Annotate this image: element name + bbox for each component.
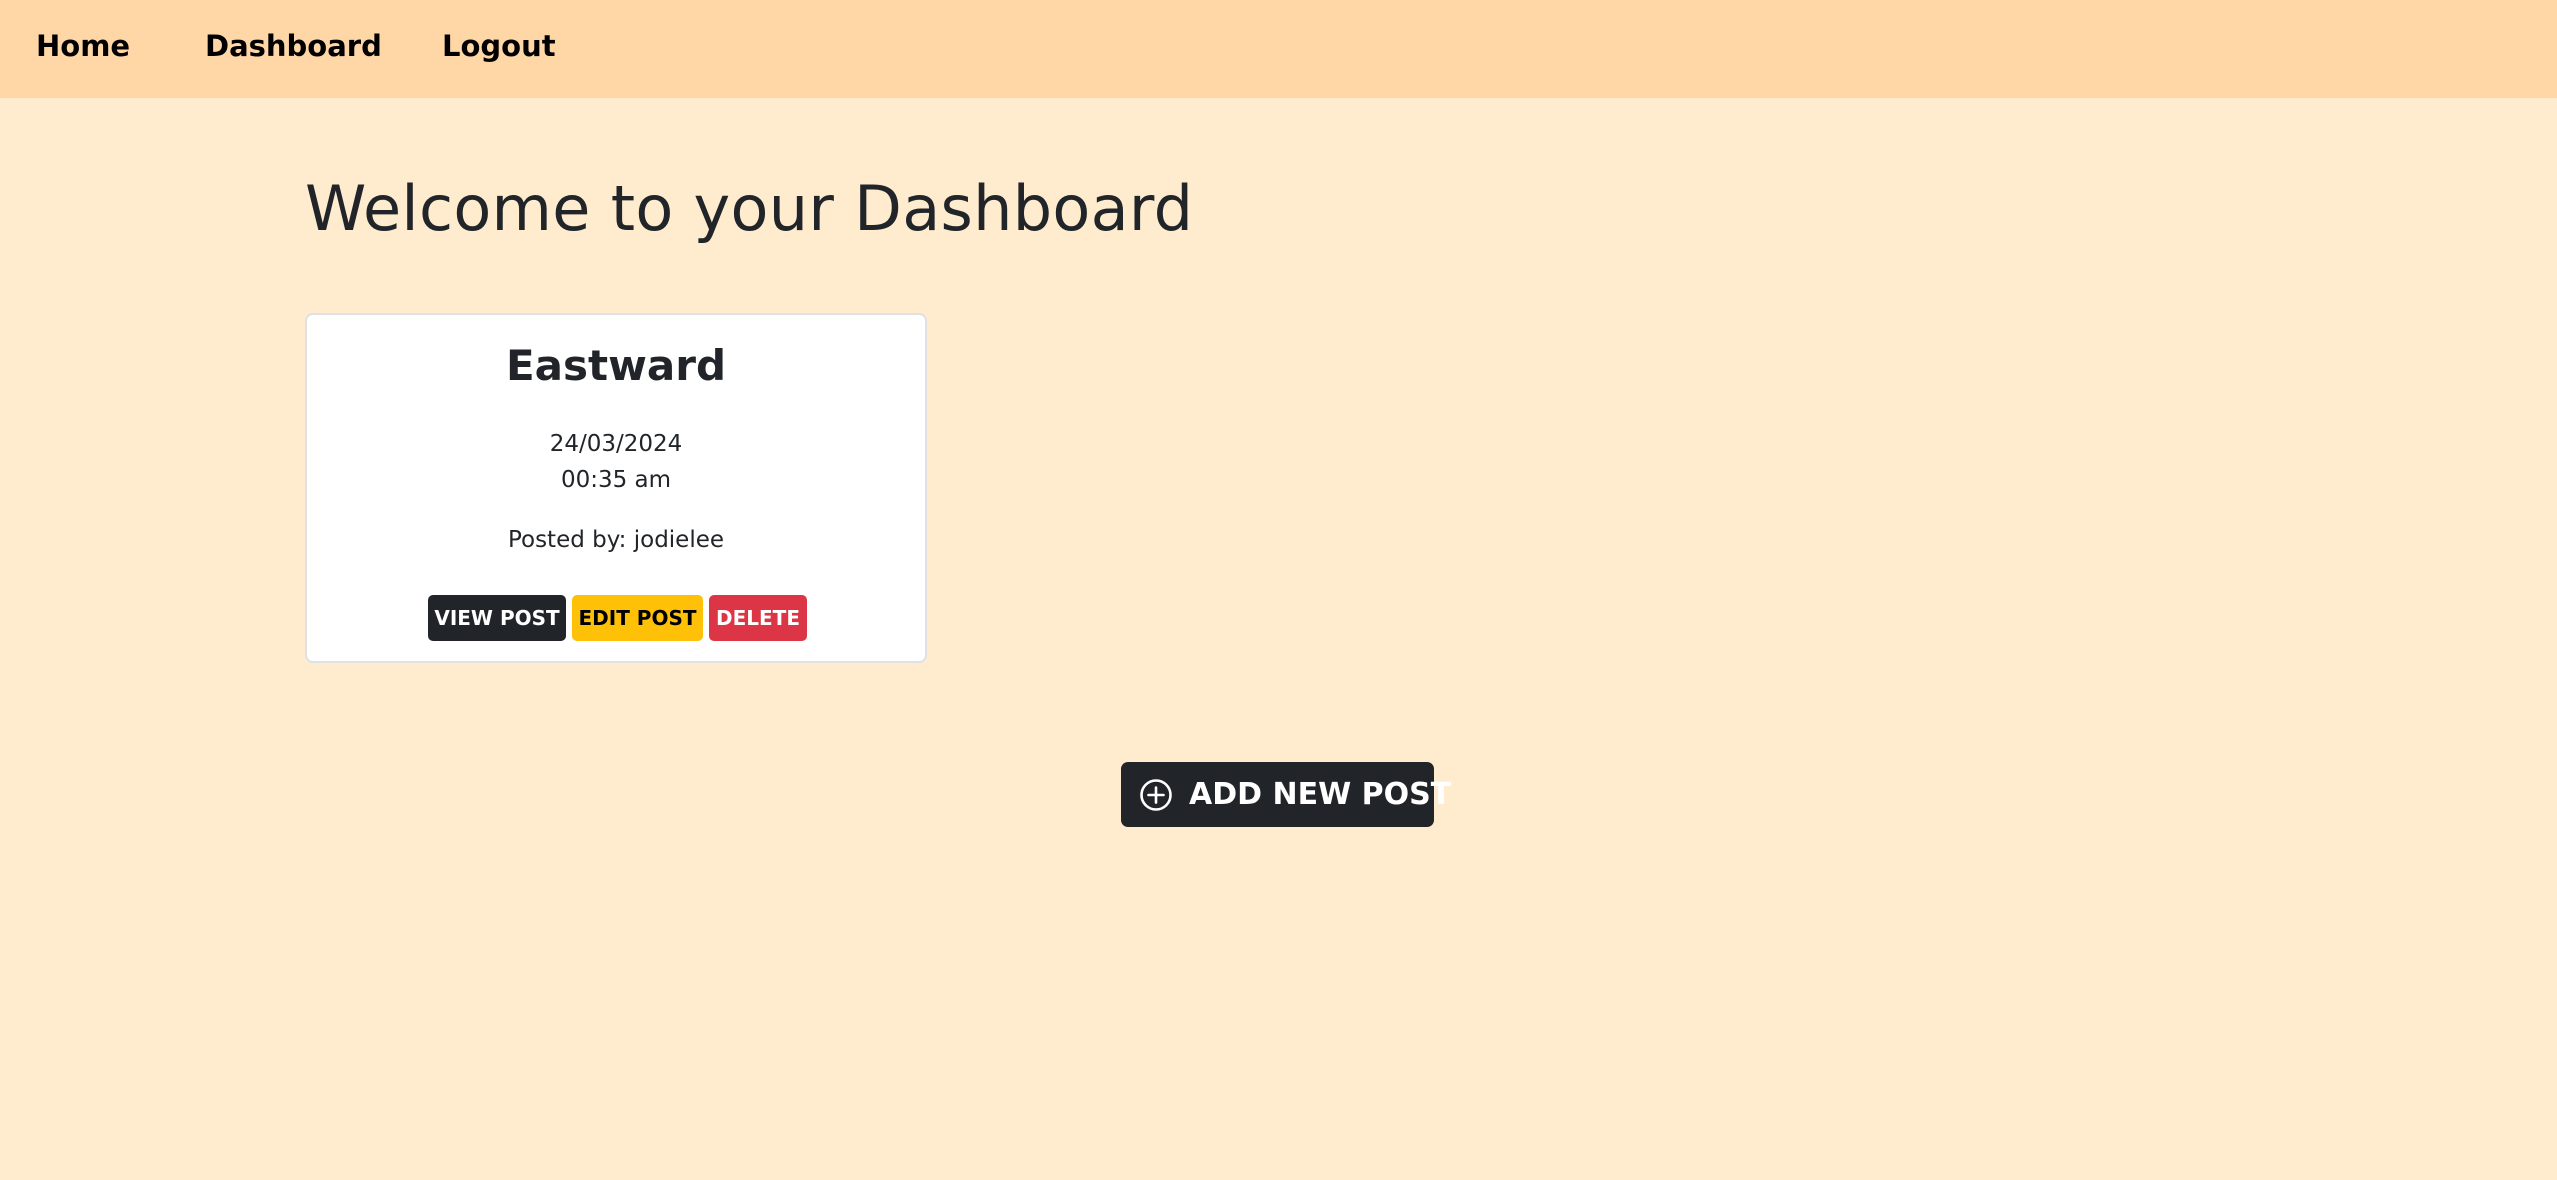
nav-home-link[interactable]: Home	[36, 29, 130, 63]
post-date: 24/03/2024	[549, 431, 683, 457]
post-card: Eastward 24/03/2024 00:35 am Posted by: …	[305, 313, 927, 663]
plus-circle-icon	[1139, 778, 1173, 812]
post-time: 00:35 am	[560, 467, 672, 493]
add-new-post-label: ADD NEW POST	[1189, 777, 1452, 812]
navbar: Home Dashboard Logout	[0, 0, 2557, 98]
nav-logout-link[interactable]: Logout	[442, 29, 556, 63]
post-title: Eastward	[505, 341, 727, 390]
add-new-post-button[interactable]: ADD NEW POST	[1121, 762, 1451, 827]
view-post-button[interactable]: VIEW POST	[428, 595, 566, 641]
page-title: Welcome to your Dashboard	[305, 172, 1194, 245]
nav-dashboard-link[interactable]: Dashboard	[205, 29, 382, 63]
post-author: Posted by: jodielee	[507, 527, 725, 553]
edit-post-button[interactable]: EDIT POST	[572, 595, 703, 641]
delete-post-button[interactable]: DELETE	[709, 595, 807, 641]
